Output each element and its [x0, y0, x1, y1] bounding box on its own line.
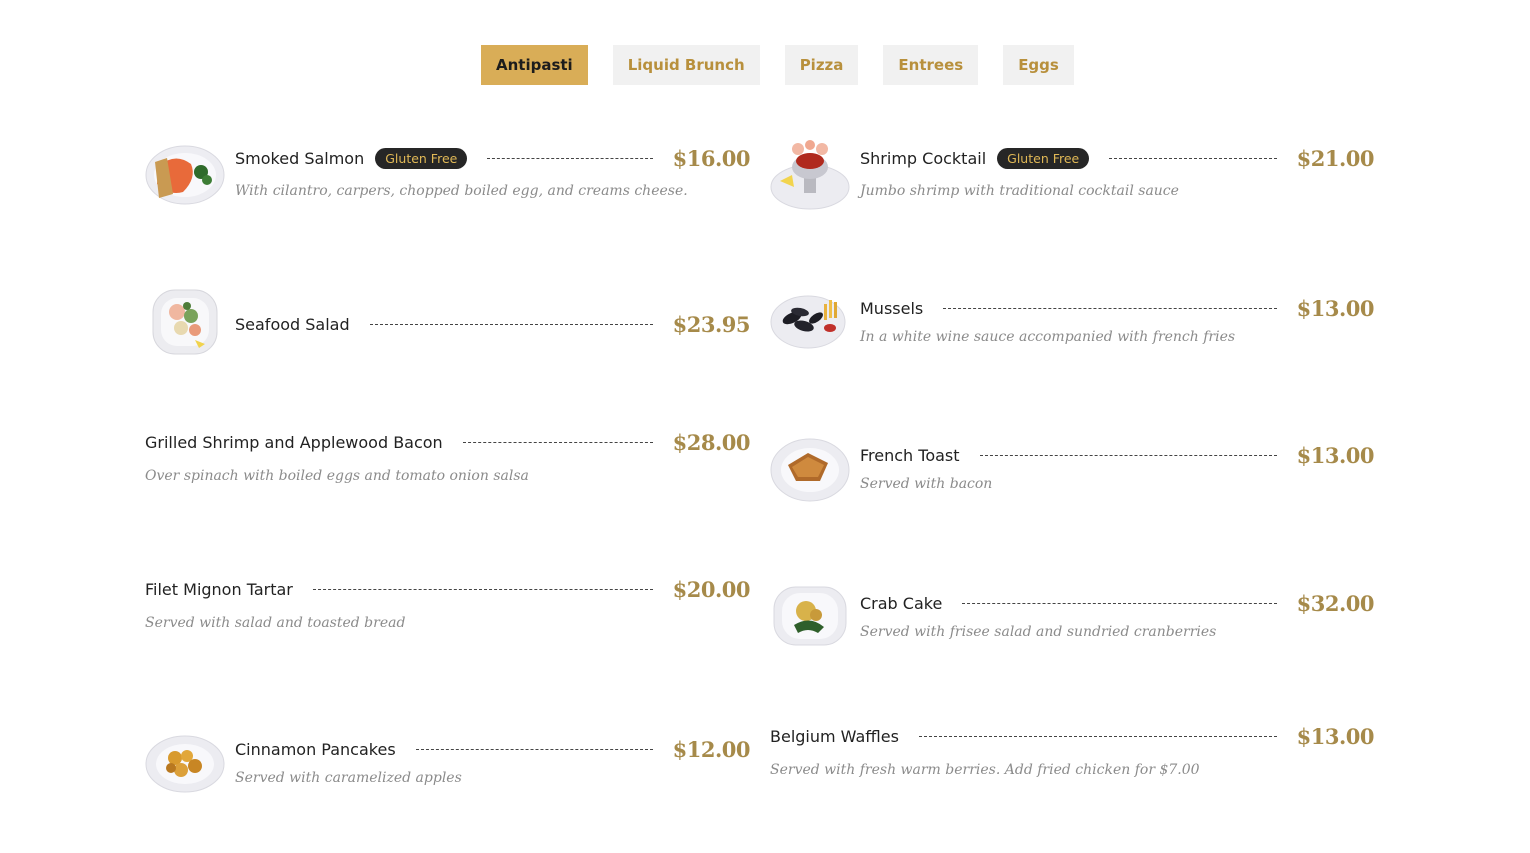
dotted-leader: [369, 324, 653, 325]
dotted-leader: [979, 455, 1277, 456]
item-price: $13.00: [1296, 296, 1375, 321]
crab-cake-image: [772, 585, 852, 655]
menu-item-grilled-shrimp: Grilled Shrimp and Applewood Bacon $28.0…: [145, 430, 751, 520]
item-description: Served with fresh warm berries. Add frie…: [770, 762, 1200, 778]
item-price: $13.00: [1296, 443, 1375, 468]
item-description: With cilantro, carpers, chopped boiled e…: [235, 183, 688, 199]
dotted-leader: [1109, 158, 1277, 159]
item-price: $21.00: [1296, 146, 1375, 171]
menu-item-smoked-salmon: Smoked Salmon Gluten Free $16.00 With ci…: [145, 140, 751, 230]
tab-antipasti[interactable]: Antipasti: [481, 45, 588, 85]
menu-item-shrimp-cocktail: Shrimp Cocktail Gluten Free $21.00 Jumbo…: [770, 137, 1375, 227]
item-name: Smoked Salmon: [235, 149, 365, 168]
menu-item-filet-mignon-tartar: Filet Mignon Tartar $20.00 Served with s…: [145, 577, 751, 667]
gluten-free-badge: Gluten Free: [375, 148, 468, 169]
dotted-leader: [415, 749, 653, 750]
tab-entrees[interactable]: Entrees: [883, 45, 979, 85]
item-price: $20.00: [672, 577, 751, 602]
dotted-leader: [312, 589, 653, 590]
menu-item-cinnamon-pancakes: Cinnamon Pancakes $12.00 Served with car…: [145, 730, 751, 820]
menu-item-mussels: Mussels $13.00 In a white wine sauce acc…: [770, 290, 1375, 380]
dotted-leader: [462, 442, 653, 443]
item-name: Grilled Shrimp and Applewood Bacon: [145, 433, 443, 452]
item-description: In a white wine sauce accompanied with f…: [860, 329, 1236, 345]
item-price: $23.95: [672, 312, 751, 337]
dotted-leader: [962, 603, 1277, 604]
menu-item-belgium-waffles: Belgium Waffles $13.00 Served with fresh…: [770, 724, 1375, 814]
item-description: Over spinach with boiled eggs and tomato…: [145, 468, 529, 484]
item-description: Served with salad and toasted bread: [145, 615, 406, 631]
menu-category-tabs: Antipasti Liquid Brunch Pizza Entrees Eg…: [481, 45, 1074, 85]
tab-eggs[interactable]: Eggs: [1003, 45, 1074, 85]
dotted-leader: [943, 308, 1277, 309]
item-price: $32.00: [1296, 591, 1375, 616]
dotted-leader: [487, 158, 653, 159]
item-price: $12.00: [672, 737, 751, 762]
cinnamon-pancakes-image: [145, 734, 225, 804]
item-description: Served with frisee salad and sundried cr…: [860, 624, 1217, 640]
shrimp-cocktail-image: [770, 137, 850, 210]
item-description: Jumbo shrimp with traditional cocktail s…: [860, 183, 1179, 199]
french-toast-image: [770, 437, 850, 507]
item-name: Belgium Waffles: [770, 727, 899, 746]
gluten-free-badge: Gluten Free: [997, 148, 1090, 169]
item-description: Served with caramelized apples: [235, 770, 462, 786]
tab-pizza[interactable]: Pizza: [784, 45, 859, 85]
item-name: Seafood Salad: [235, 315, 350, 334]
item-price: $13.00: [1296, 724, 1375, 749]
menu-item-seafood-salad: Seafood Salad $23.95: [145, 288, 751, 378]
item-name: Filet Mignon Tartar: [145, 580, 293, 599]
menu-item-crab-cake: Crab Cake $32.00 Served with frisee sala…: [770, 585, 1375, 675]
item-name: Shrimp Cocktail: [860, 149, 987, 168]
menu-item-french-toast: French Toast $13.00 Served with bacon: [770, 437, 1375, 527]
smoked-salmon-image: [145, 144, 225, 214]
item-name: Crab Cake: [860, 594, 943, 613]
mussels-image: [770, 290, 850, 360]
tab-liquid-brunch[interactable]: Liquid Brunch: [612, 45, 760, 85]
item-price: $16.00: [672, 146, 751, 171]
dotted-leader: [918, 736, 1277, 737]
item-name: Mussels: [860, 299, 924, 318]
item-name: French Toast: [860, 446, 960, 465]
seafood-salad-image: [151, 288, 231, 358]
item-price: $28.00: [672, 430, 751, 455]
item-name: Cinnamon Pancakes: [235, 740, 396, 759]
item-description: Served with bacon: [860, 476, 993, 492]
